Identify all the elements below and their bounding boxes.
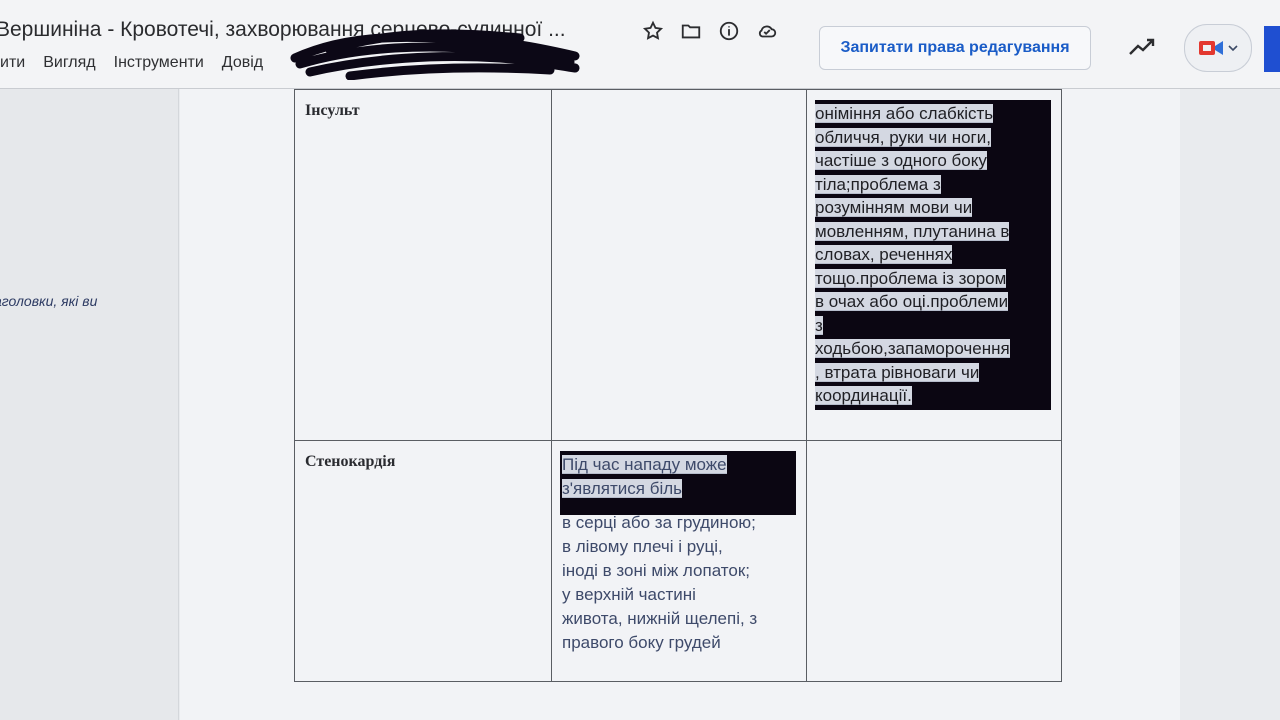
- symptom-line: тіла;проблема з: [815, 174, 941, 194]
- star-icon[interactable]: [642, 20, 664, 42]
- symptom-line: з: [815, 315, 823, 335]
- symptom-line: Під час нападу може: [562, 455, 727, 474]
- menu-item-view[interactable]: Вигляд: [43, 54, 95, 72]
- request-edit-access-button[interactable]: Запитати права редагування: [819, 26, 1091, 70]
- symptom-text: оніміння або слабкість обличчя, руки чи …: [807, 90, 1061, 408]
- menu-item-help[interactable]: Довід: [222, 54, 263, 72]
- scribble-redaction: [290, 29, 580, 80]
- cloud-status-icon[interactable]: [756, 20, 778, 42]
- table-cell[interactable]: Стенокардія: [294, 440, 552, 682]
- symptom-line: мовленням, плутанина в: [815, 221, 1010, 241]
- symptom-line: обличчя, руки чи ноги,: [815, 127, 991, 147]
- symptom-line: , втрата рівноваги чи: [815, 362, 980, 382]
- symptom-line: тощо.проблема із зором: [815, 268, 1007, 288]
- menu-bar: ити Вигляд Інструменти Довід: [0, 54, 263, 72]
- table-cell[interactable]: оніміння або слабкість обличчя, руки чи …: [806, 89, 1062, 441]
- symptom-line: оніміння або слабкість: [815, 104, 994, 123]
- info-icon[interactable]: [718, 20, 740, 42]
- symptom-line: у верхній частині: [562, 585, 696, 604]
- chevron-down-icon: [1228, 45, 1238, 52]
- video-call-icon: [1199, 41, 1223, 55]
- title-icons: [642, 20, 778, 42]
- symptom-line: з'являтися біль: [562, 479, 683, 498]
- table-cell[interactable]: Інсульт: [294, 89, 552, 441]
- row-heading: Стенокардія: [305, 453, 396, 470]
- symptom-line: частіше з одного боку: [815, 151, 987, 170]
- account-button-edge[interactable]: [1264, 26, 1280, 72]
- menu-item-tools[interactable]: Інструменти: [114, 54, 204, 72]
- table-row: Інсульт оніміння або слабкість обличчя, …: [294, 89, 1062, 441]
- symptom-line: іноді в зоні між лопаток;: [562, 561, 750, 580]
- symptom-line: живота, нижній щелепі, з: [562, 609, 758, 628]
- symptom-text: Під час нападу може з'являтися біль в се…: [552, 441, 806, 655]
- row-heading: Інсульт: [305, 102, 360, 119]
- table-cell[interactable]: [806, 440, 1062, 682]
- folder-icon[interactable]: [680, 20, 702, 42]
- symptom-line: в серці або за грудиною;: [562, 513, 756, 532]
- top-bar: Вершиніна - Кровотечі, захворювання серц…: [0, 0, 1280, 89]
- symptom-line: правого боку грудей: [562, 633, 721, 652]
- outline-pane: аголовки, які ви: [0, 89, 179, 720]
- symptom-line: в лівому плечі і руці,: [562, 537, 723, 556]
- outline-hint-text: аголовки, які ви: [0, 293, 98, 309]
- symptoms-table: Інсульт оніміння або слабкість обличчя, …: [294, 89, 1062, 682]
- symptom-line: словах, реченнях: [815, 245, 953, 264]
- symptom-line: координації.: [815, 386, 912, 405]
- activity-trend-icon[interactable]: [1128, 36, 1156, 58]
- video-call-button[interactable]: [1184, 24, 1252, 72]
- symptom-line: в очах або оці.проблеми: [815, 292, 1009, 311]
- table-row: Стенокардія Під час нападу може з'являти…: [294, 440, 1062, 682]
- symptom-line: ходьбою,запаморочення: [815, 339, 1010, 358]
- menu-item-edit[interactable]: ити: [0, 54, 25, 72]
- table-cell[interactable]: [551, 89, 807, 441]
- table-cell[interactable]: Під час нападу може з'являтися біль в се…: [551, 440, 807, 682]
- symptom-line: розумінням мови чи: [815, 198, 973, 217]
